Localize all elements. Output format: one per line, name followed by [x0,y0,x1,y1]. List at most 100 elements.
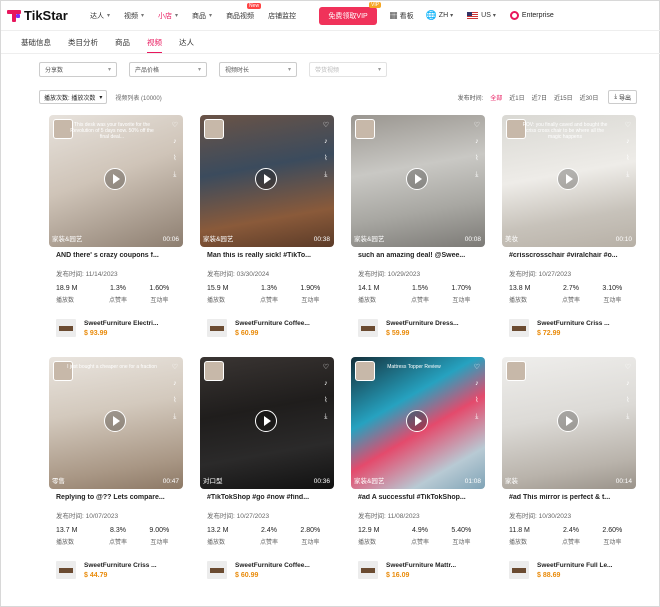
trend-icon[interactable]: ⌇ [475,154,478,162]
tiktok-icon[interactable]: ♪ [626,138,630,145]
linked-product[interactable]: SweetFurniture Dress... $ 59.99 [358,319,482,337]
filter-select-1[interactable]: 产品价格 ▾ [129,62,207,77]
sort-select[interactable]: 播放次数: 播放次数 ▾ [39,90,108,104]
trend-icon[interactable]: ⌇ [324,396,327,404]
export-button[interactable]: ⤓ 导出 [608,90,637,104]
region-selector[interactable]: US ▾ [467,12,498,19]
video-title[interactable]: #ad This mirror is perfect & t... [509,494,633,501]
video-card[interactable]: ♡ ♪ ⌇ ⤓ 对口型 00:36 #TikTokShop #go #now #find..… [200,357,334,588]
product-name[interactable]: SweetFurniture Mattr... [386,562,480,569]
download-icon[interactable]: ⤓ [626,413,629,421]
download-icon[interactable]: ⤓ [626,171,629,179]
heart-icon[interactable]: ♡ [323,363,329,371]
video-card[interactable]: ♡ ♪ ⌇ ⤓ 家装&园艺 00:08 such an amazing deal! @Swe… [351,115,485,346]
download-icon[interactable]: ⤓ [173,171,176,179]
heart-icon[interactable]: ♡ [474,363,480,371]
video-thumbnail[interactable]: Mattress Topper Review ♡ ♪ ⌇ ⤓ 家装&园艺 01:08 [351,357,485,489]
linked-product[interactable]: SweetFurniture Electri... $ 93.99 [56,319,180,337]
linked-product[interactable]: SweetFurniture Criss ... $ 44.79 [56,561,180,579]
product-thumbnail[interactable] [509,319,529,337]
time-option-0[interactable]: 全部 [490,93,502,102]
filter-select-0[interactable]: 分享数 ▾ [39,62,117,77]
linked-product[interactable]: SweetFurniture Criss ... $ 72.99 [509,319,633,337]
heart-icon[interactable]: ♡ [625,121,631,129]
play-icon[interactable] [406,168,428,190]
product-thumbnail[interactable] [207,319,227,337]
video-card[interactable]: ♡ ♪ ⌇ ⤓ 家装 00:14 #ad This mirror is perfect & … [502,357,636,588]
video-title[interactable]: AND there' s crazy coupons f... [56,252,180,259]
heart-icon[interactable]: ♡ [474,121,480,129]
video-thumbnail[interactable]: ♡ ♪ ⌇ ⤓ 家装 00:14 [502,357,636,489]
time-option-1[interactable]: 近1日 [509,93,524,102]
time-option-4[interactable]: 近30日 [580,93,599,102]
product-name[interactable]: SweetFurniture Electri... [84,320,178,327]
language-selector[interactable]: 🌐 ZH ▾ [426,10,456,21]
video-thumbnail[interactable]: ♡ ♪ ⌇ ⤓ 家装&园艺 00:38 [200,115,334,247]
product-name[interactable]: SweetFurniture Dress... [386,320,480,327]
subtab-1[interactable]: 类目分析 [68,37,98,54]
video-title[interactable]: #crisscrosschair #viralchair #o... [509,252,633,259]
trend-icon[interactable]: ⌇ [173,154,176,162]
download-icon[interactable]: ⤓ [475,413,478,421]
play-icon[interactable] [255,168,277,190]
video-title[interactable]: #ad A successful #TikTokShop... [358,494,482,501]
nav-item-5[interactable]: 店铺监控 [261,1,303,31]
tiktok-icon[interactable]: ♪ [475,380,479,387]
trend-icon[interactable]: ⌇ [324,154,327,162]
video-card[interactable]: ♡ ♪ ⌇ ⤓ 家装&园艺 00:38 Man this is really sick! #… [200,115,334,346]
product-name[interactable]: SweetFurniture Criss ... [84,562,178,569]
product-name[interactable]: SweetFurniture Coffee... [235,562,329,569]
video-card[interactable]: This desk was your favorite for the Revo… [49,115,183,346]
play-icon[interactable] [104,410,126,432]
heart-icon[interactable]: ♡ [172,121,178,129]
free-vip-button[interactable]: 免费领取VIP VIP [319,1,382,25]
video-card[interactable]: Mattress Topper Review ♡ ♪ ⌇ ⤓ 家装&园艺 01:08 #ad … [351,357,485,588]
time-option-2[interactable]: 近7日 [532,93,547,102]
tiktok-icon[interactable]: ♪ [324,138,328,145]
tiktok-icon[interactable]: ♪ [626,380,630,387]
video-thumbnail[interactable]: I just bought a cheaper one for a fracti… [49,357,183,489]
heart-icon[interactable]: ♡ [323,121,329,129]
video-thumbnail[interactable]: This desk was your favorite for the Revo… [49,115,183,247]
play-icon[interactable] [557,410,579,432]
nav-item-0[interactable]: 达人 ▾ [83,1,117,31]
heart-icon[interactable]: ♡ [625,363,631,371]
product-thumbnail[interactable] [56,319,76,337]
tiktok-icon[interactable]: ♪ [173,380,177,387]
subtab-4[interactable]: 达人 [179,37,194,54]
video-title[interactable]: such an amazing deal! @Swee... [358,252,482,259]
video-thumbnail[interactable]: ♡ ♪ ⌇ ⤓ 家装&园艺 00:08 [351,115,485,247]
product-thumbnail[interactable] [207,561,227,579]
creator-avatar[interactable] [506,361,526,381]
linked-product[interactable]: SweetFurniture Mattr... $ 16.09 [358,561,482,579]
play-icon[interactable] [406,410,428,432]
subtab-3[interactable]: 视频 [147,37,162,54]
creator-avatar[interactable] [204,119,224,139]
product-thumbnail[interactable] [56,561,76,579]
video-title[interactable]: Replying to @?? Lets compare... [56,494,180,501]
product-name[interactable]: SweetFurniture Coffee... [235,320,329,327]
creator-avatar[interactable] [355,361,375,381]
trend-icon[interactable]: ⌇ [475,396,478,404]
subtab-0[interactable]: 基础信息 [21,37,51,54]
product-name[interactable]: SweetFurniture Full Le... [537,562,631,569]
nav-item-1[interactable]: 视频 ▾ [117,1,151,31]
time-option-3[interactable]: 近15日 [554,93,573,102]
subtab-2[interactable]: 商品 [115,37,130,54]
tiktok-icon[interactable]: ♪ [475,138,479,145]
tiktok-icon[interactable]: ♪ [173,138,177,145]
video-title[interactable]: Man this is really sick! #TikTo... [207,252,331,259]
video-thumbnail[interactable]: POV: you finally caved and bought the cr… [502,115,636,247]
favorites-button[interactable]: ▦ 看板 [389,10,414,21]
tiktok-icon[interactable]: ♪ [324,380,328,387]
play-icon[interactable] [557,168,579,190]
video-title[interactable]: #TikTokShop #go #now #find... [207,494,331,501]
download-icon[interactable]: ⤓ [475,171,478,179]
trend-icon[interactable]: ⌇ [626,154,629,162]
play-icon[interactable] [104,168,126,190]
video-thumbnail[interactable]: ♡ ♪ ⌇ ⤓ 对口型 00:36 [200,357,334,489]
product-name[interactable]: SweetFurniture Criss ... [537,320,631,327]
nav-item-2[interactable]: 小店 ▾ [151,1,185,31]
play-icon[interactable] [255,410,277,432]
nav-item-3[interactable]: 商品 ▾ [185,1,219,31]
